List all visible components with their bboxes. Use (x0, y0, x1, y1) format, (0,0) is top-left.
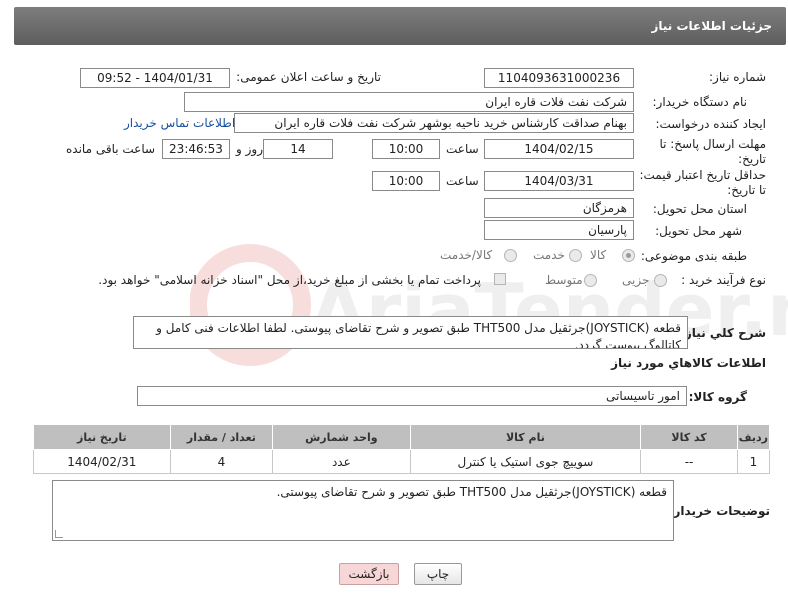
reply-time-field: 10:00 (372, 139, 440, 159)
price-validity-label: حداقل تاریخ اعتبار قیمت: تا تاریخ: (639, 168, 766, 197)
col-header-date: تاریخ نیاز (33, 424, 171, 450)
reply-time-label: ساعت (446, 142, 479, 156)
col-header-name: نام کالا (409, 424, 642, 450)
category-radio-both[interactable] (504, 249, 517, 262)
page-title: جزئیات اطلاعات نیاز (651, 19, 772, 33)
process-medium-label: متوسط (545, 273, 583, 287)
category-radio-service[interactable] (569, 249, 582, 262)
items-table: ردیف کد کالا نام کالا واحد شمارش تعداد /… (33, 424, 771, 474)
need-number-field: 1104093631000236 (484, 68, 634, 88)
process-minor-label: جزیی (622, 273, 650, 287)
city-label: شهر محل تحویل: (655, 224, 742, 238)
reply-date-field: 1404/02/15 (484, 139, 634, 159)
announce-label: تاریخ و ساعت اعلان عمومی: (236, 70, 381, 84)
category-radio-goods[interactable] (622, 249, 635, 262)
city-field: پارسیان (484, 220, 634, 240)
category-label: طبقه بندی موضوعی: (640, 249, 747, 263)
price-time-field: 10:00 (372, 171, 440, 191)
print-button[interactable]: چاپ (414, 563, 462, 585)
days-field: 14 (263, 139, 333, 159)
buyer-notes-textarea[interactable]: قطعه (JOYSTICK)جرثقیل مدل THT500 طبق تصو… (52, 480, 674, 541)
price-time-label: ساعت (446, 174, 479, 188)
cell-quantity: 4 (169, 449, 274, 474)
days-label: روز و (236, 142, 263, 156)
category-service-label: خدمت (533, 248, 565, 262)
goods-group-label: گروه کالا: (688, 390, 747, 404)
buyer-org-label: نام دستگاه خریدار: (652, 95, 748, 109)
process-radio-medium[interactable] (584, 274, 597, 287)
province-field: هرمزگان (484, 198, 634, 218)
header-bar: جزئیات اطلاعات نیاز (14, 7, 786, 45)
cell-name: سوییچ جوی استیک یا کنترل (409, 449, 642, 474)
resize-handle[interactable] (55, 530, 63, 538)
description-textarea[interactable]: قطعه (JOYSTICK)جرثقیل مدل THT500 طبق تصو… (133, 316, 688, 349)
cell-code: -- (640, 449, 738, 474)
table-row: 1 -- سوییچ جوی استیک یا کنترل عدد 4 1404… (33, 449, 771, 474)
cell-date: 1404/02/31 (33, 449, 171, 474)
creator-label: ایجاد کننده درخواست: (655, 117, 766, 131)
back-button[interactable]: بازگشت (339, 563, 399, 585)
need-number-label: شماره نیاز: (709, 70, 766, 84)
buyer-org-field: شرکت نفت فلات قاره ایران (184, 92, 634, 112)
announce-field: 1404/01/31 - 09:52 (80, 68, 230, 88)
cell-row-no: 1 (736, 449, 771, 474)
buyer-notes-label: توضیحات خریدار: (668, 504, 770, 518)
description-label: شرح کلي نياز: (680, 326, 766, 340)
creator-field: بهنام صداقت کارشناس خرید ناحیه بوشهر شرک… (234, 113, 634, 133)
buyer-notes-text: قطعه (JOYSTICK)جرثقیل مدل THT500 طبق تصو… (276, 485, 667, 499)
col-header-quantity: تعداد / مقدار (169, 424, 274, 450)
province-label: استان محل تحویل: (652, 202, 747, 216)
col-header-row-no: ردیف (736, 424, 771, 450)
goods-group-field: امور تاسیساتی (137, 386, 687, 406)
remaining-label: ساعت باقی مانده (66, 142, 156, 156)
treasury-payment-checkbox[interactable] (494, 273, 506, 285)
items-table-header: ردیف کد کالا نام کالا واحد شمارش تعداد /… (33, 424, 771, 450)
col-header-code: کد کالا (640, 424, 738, 450)
cell-unit: عدد (272, 449, 411, 474)
category-goods-label: کالا (590, 248, 607, 262)
category-both-label: کالا/خدمت (440, 248, 493, 262)
remaining-time-field: 23:46:53 (162, 139, 230, 159)
treasury-payment-note: پرداخت تمام یا بخشی از مبلغ خرید،از محل … (98, 273, 481, 287)
process-label: نوع فرآیند خرید : (681, 273, 766, 287)
process-radio-minor[interactable] (654, 274, 667, 287)
price-date-field: 1404/03/31 (484, 171, 634, 191)
buyer-contact-link[interactable]: اطلاعات تماس خریدار (124, 116, 235, 130)
reply-deadline-label: مهلت ارسال پاسخ: تا تاریخ: (659, 137, 766, 166)
goods-info-title: اطلاعات کالاهاي مورد نياز (611, 356, 766, 370)
col-header-unit: واحد شمارش (272, 424, 411, 450)
